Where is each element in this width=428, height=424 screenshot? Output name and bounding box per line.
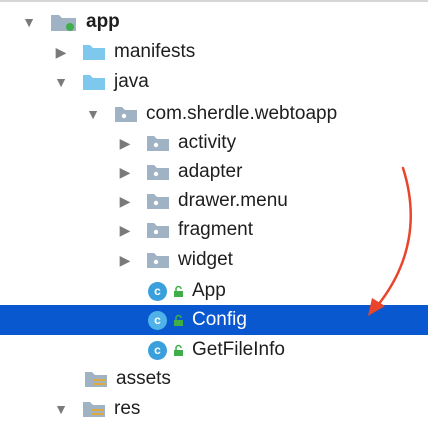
resource-folder-icon (84, 370, 108, 388)
tree-item-label: Config (192, 309, 247, 330)
expand-arrow-icon[interactable]: ▼ (84, 105, 102, 123)
tree-item-label: java (114, 71, 149, 92)
tree-item-label: res (114, 398, 141, 419)
tree-item-label: adapter (178, 161, 243, 182)
class-icon: c (148, 340, 167, 360)
tree-item-widget[interactable]: ▶ widget (0, 245, 428, 275)
expand-arrow-icon[interactable]: ▼ (52, 73, 70, 91)
tree-item-config-class[interactable]: c Config (0, 305, 428, 335)
tree-item-app-class[interactable]: c App (0, 276, 428, 306)
module-folder-icon (50, 12, 78, 32)
tree-item-activity[interactable]: ▶ activity (0, 128, 428, 158)
tree-item-label: GetFileInfo (192, 339, 285, 360)
package-icon (146, 221, 170, 239)
tree-item-adapter[interactable]: ▶ adapter (0, 157, 428, 187)
collapse-arrow-icon[interactable]: ▶ (52, 43, 70, 61)
class-icon: c (148, 310, 167, 330)
tree-item-assets[interactable]: assets (0, 364, 428, 394)
folder-icon (82, 43, 106, 61)
package-icon (146, 251, 170, 269)
tree-item-java[interactable]: ▼ java (0, 67, 428, 97)
tree-item-drawer-menu[interactable]: ▶ drawer.menu (0, 186, 428, 216)
tree-item-label: com.sherdle.webtoapp (146, 103, 338, 124)
tree-item-package-root[interactable]: ▼ com.sherdle.webtoapp (0, 99, 428, 129)
collapse-arrow-icon[interactable]: ▶ (116, 221, 134, 239)
resource-folder-icon (82, 400, 106, 418)
tree-item-label: drawer.menu (178, 190, 288, 211)
folder-icon (82, 73, 106, 91)
collapse-arrow-icon[interactable]: ▶ (116, 192, 134, 210)
lock-icon (173, 344, 184, 357)
tree-item-label: App (192, 280, 226, 301)
tree-item-manifests[interactable]: ▶ manifests (0, 37, 428, 67)
tree-item-label: activity (178, 132, 237, 153)
tree-item-label: app (86, 11, 120, 32)
tree-item-getfileinfo-class[interactable]: c GetFileInfo (0, 335, 428, 365)
collapse-arrow-icon[interactable]: ▶ (116, 251, 134, 269)
package-icon (146, 192, 170, 210)
tree-item-label: assets (116, 368, 171, 389)
collapse-arrow-icon[interactable]: ▶ (116, 134, 134, 152)
tree-item-res[interactable]: ▼ res (0, 394, 428, 424)
tree-item-label: fragment (178, 219, 253, 240)
collapse-arrow-icon[interactable]: ▶ (116, 163, 134, 181)
class-icon: c (148, 281, 167, 301)
package-icon (114, 105, 138, 123)
tree-item-app[interactable]: ▼ app (0, 7, 428, 37)
expand-arrow-icon[interactable]: ▼ (20, 13, 38, 31)
package-icon (146, 163, 170, 181)
tree-item-label: manifests (114, 41, 196, 62)
tree-item-fragment[interactable]: ▶ fragment (0, 215, 428, 245)
top-divider (0, 0, 428, 2)
expand-arrow-icon[interactable]: ▼ (52, 400, 70, 418)
lock-icon (173, 285, 184, 298)
package-icon (146, 134, 170, 152)
tree-item-label: widget (178, 249, 233, 270)
lock-icon (173, 314, 184, 327)
